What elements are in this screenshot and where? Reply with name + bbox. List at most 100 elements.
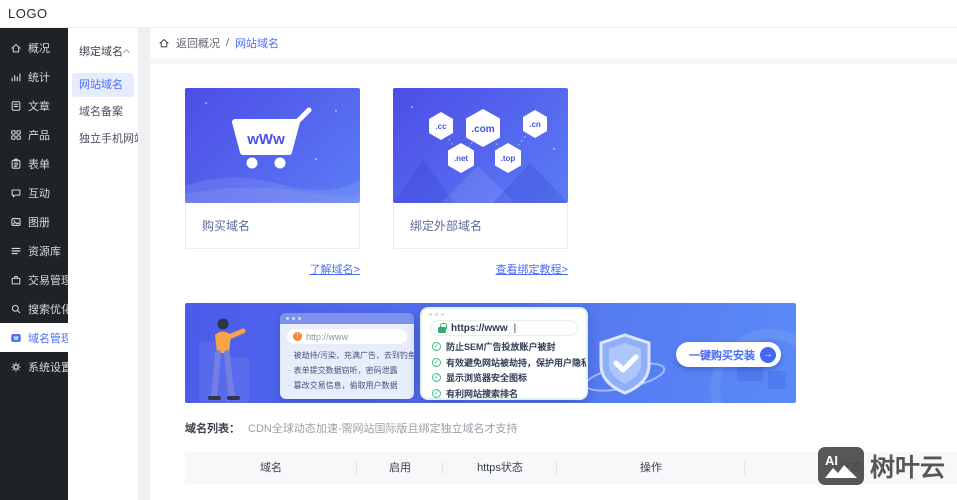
https-browser-window: https://www | ✓ 防止SEM广告投放账户被封 ✓ 有效避免网站被劫持，… [420, 307, 588, 400]
https-benefit-item: 有效避免网站被劫持，保护用户隐私 [446, 356, 588, 369]
sidebar-item-label: 搜索优化 [28, 301, 72, 317]
sidebar-item-albums[interactable]: 图册 [0, 207, 68, 236]
home-icon [158, 37, 170, 49]
lock-icon [438, 323, 446, 333]
watermark-logo-icon: AI [818, 447, 864, 485]
watermark: AI 树叶云 [818, 447, 945, 485]
chevron-up-icon [123, 49, 130, 56]
chat-icon [10, 187, 22, 199]
album-image-icon [10, 216, 22, 228]
svg-text:.net: .net [454, 154, 469, 163]
window-header [422, 309, 586, 319]
sidebar-item-trade[interactable]: 交易管理 [0, 265, 68, 294]
submenu-group-label: 绑定域名 [79, 43, 123, 59]
sidebar-item-overview[interactable]: 概况 [0, 33, 68, 62]
cart-illustration: wWw [185, 88, 360, 203]
sidebar-item-label: 资源库 [28, 243, 61, 259]
watermark-brand-text: 树叶云 [870, 448, 945, 484]
sidebar-item-label: 文章 [28, 98, 50, 114]
form-icon [10, 158, 22, 170]
submenu-group-bind-domain[interactable]: 绑定域名 [68, 28, 138, 70]
http-url-bar: ! http://www [287, 329, 407, 344]
search-icon [10, 303, 22, 315]
http-risk-list: 被劫持/污染，充满广告，去到钓鱼网站 表单提交数据窃听，密码泄露 篡改交易信息，… [280, 347, 414, 393]
briefcase-icon [10, 274, 22, 286]
main-content: 返回概况 / 网站域名 wWw [150, 28, 957, 500]
svg-text:.com: .com [471, 124, 494, 135]
one-click-buy-install-button[interactable]: 一键购买安装 → [676, 342, 781, 367]
library-icon [10, 245, 22, 257]
sidebar-gutter [138, 28, 150, 500]
bind-external-domain-card[interactable]: .cc .com .cn .net .top 绑定外部域名 [393, 88, 568, 249]
http-risk-item: 被劫持/污染，充满广告，去到钓鱼网站 [288, 348, 408, 363]
https-benefit-item: 防止SEM广告投放账户被封 [446, 340, 556, 353]
breadcrumb-back-link[interactable]: 返回概况 [176, 35, 220, 51]
sidebar-item-label: 产品 [28, 127, 50, 143]
tld-hexagons-icon: .cc .com .cn .net .top [393, 88, 568, 203]
domain-icon: W [10, 332, 22, 344]
column-header-enabled: 启用 [357, 452, 443, 484]
svg-text:.top: .top [501, 154, 516, 163]
submenu-item-site-domain[interactable]: 网站域名 [72, 73, 134, 97]
svg-text:AI: AI [825, 453, 838, 468]
submenu-item-mobile-site[interactable]: 独立手机网站 [72, 127, 134, 151]
sidebar-item-products[interactable]: 产品 [0, 120, 68, 149]
person-illustration [201, 315, 247, 401]
article-icon [10, 100, 22, 112]
sidebar-item-domains[interactable]: W 域名管理 [0, 323, 68, 352]
check-circle-icon: ✓ [432, 342, 441, 351]
submenu-item-domain-record[interactable]: 域名备案 [72, 100, 134, 124]
app-logo: LOGO [8, 0, 48, 27]
domain-list-label: 域名列表： [185, 420, 240, 436]
breadcrumb-separator: / [226, 37, 229, 49]
breadcrumb-divider [150, 58, 957, 64]
domain-list-note: 域名列表： CDN全球动态加速-需网站国际版且绑定独立域名才支持 [185, 420, 518, 436]
column-header-domain: 域名 [185, 452, 357, 484]
svg-text:.cc: .cc [435, 122, 447, 131]
sidebar-item-stats[interactable]: 统计 [0, 62, 68, 91]
svg-text:W: W [13, 336, 19, 342]
sidebar-item-label: 概况 [28, 40, 50, 56]
sidebar-item-seo[interactable]: 搜索优化 [0, 294, 68, 323]
http-url: http://www [306, 332, 348, 342]
https-benefit-item: 有利网站搜索排名 [446, 387, 518, 400]
card-title: 购买域名 [185, 203, 360, 249]
sidebar-item-label: 互动 [28, 185, 50, 201]
check-circle-icon: ✓ [432, 358, 441, 367]
breadcrumb-current: 网站域名 [235, 35, 279, 51]
text-cursor: | [514, 323, 517, 334]
sidebar-item-settings[interactable]: 系统设置 [0, 352, 68, 381]
shopping-cart-icon: wWw [185, 88, 360, 203]
stats-icon [10, 71, 22, 83]
check-circle-icon: ✓ [432, 389, 441, 398]
bind-tutorial-link[interactable]: 查看绑定教程> [496, 264, 568, 276]
home-icon [10, 42, 22, 54]
window-header [280, 313, 414, 324]
secondary-sidebar: 绑定域名 网站域名 域名备案 独立手机网站 [68, 28, 138, 500]
sidebar-item-articles[interactable]: 文章 [0, 91, 68, 120]
learn-domain-link[interactable]: 了解域名> [310, 264, 360, 276]
svg-text:wWw: wWw [246, 131, 285, 148]
tld-hexagons-illustration: .cc .com .cn .net .top [393, 88, 568, 203]
sidebar-item-label: 交易管理 [28, 272, 72, 288]
http-risk-item: 表单提交数据窃听，密码泄露 [288, 363, 408, 378]
check-circle-icon: ✓ [432, 373, 441, 382]
http-browser-window: ! http://www 被劫持/污染，充满广告，去到钓鱼网站 表单提交数据窃听… [280, 313, 414, 399]
shield-check-illustration [583, 331, 667, 401]
http-risk-item: 篡改交易信息，偷取用户数据 [288, 378, 408, 393]
sidebar-item-resources[interactable]: 资源库 [0, 236, 68, 265]
https-url: https://www [451, 323, 508, 334]
app-window: LOGO 概况 统计 文章 产品 表单 互动 图册 [0, 0, 957, 500]
sidebar-item-forms[interactable]: 表单 [0, 149, 68, 178]
top-bar: LOGO [0, 0, 957, 28]
column-header-actions: 操作 [557, 452, 745, 484]
buy-domain-card[interactable]: wWw 购买域名 [185, 88, 360, 249]
svg-text:.cn: .cn [529, 120, 541, 129]
sidebar-item-interaction[interactable]: 互动 [0, 178, 68, 207]
card-title: 绑定外部域名 [393, 203, 568, 249]
warning-icon: ! [293, 332, 302, 341]
sidebar-item-label: 图册 [28, 214, 50, 230]
sidebar-item-label: 统计 [28, 69, 50, 85]
domain-list-hint: CDN全球动态加速-需网站国际版且绑定独立域名才支持 [248, 420, 518, 436]
arrow-right-icon: → [760, 347, 776, 363]
